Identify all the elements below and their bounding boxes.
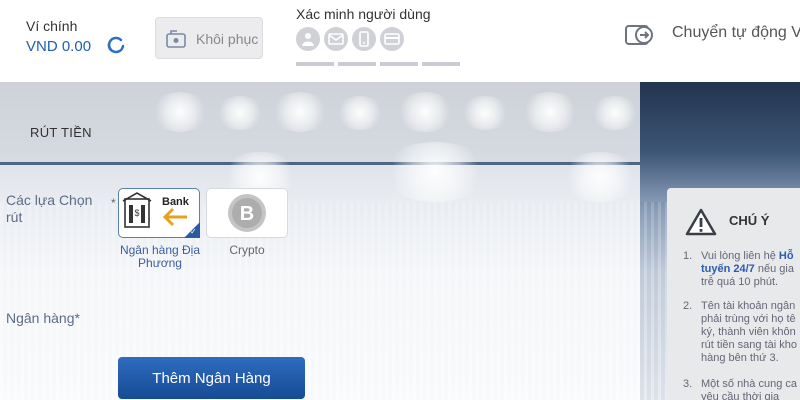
option-crypto[interactable]: B [206,188,288,238]
wallet-balance: VND 0.00 [26,38,92,55]
svg-text:B: B [240,203,254,225]
withdraw-section-header: RÚT TIỀN [0,82,640,162]
wallet-restore-icon [166,30,186,48]
option-crypto-caption: Crypto [229,243,265,257]
option-local-bank[interactable]: $ Bank ✓ [118,188,200,238]
svg-text:$: $ [134,208,139,218]
phone-icon[interactable] [352,27,376,51]
required-asterisk: * [111,196,116,210]
email-icon[interactable] [324,27,348,51]
withdraw-options-label: Các lựa Chọn rút [6,192,93,225]
user-verification-label: Xác minh người dùng [296,6,431,22]
auto-transfer-label[interactable]: Chuyển tự động V [672,24,800,42]
warning-icon [685,208,717,236]
restore-label: Khôi phục [196,31,259,47]
add-bank-button[interactable]: Thêm Ngân Hàng [118,357,305,399]
refresh-icon[interactable] [106,35,126,55]
wallet-label: Ví chính [26,18,78,34]
bank-icon-text: Bank [162,196,189,208]
bank-field-label: Ngân hàng* [6,310,80,326]
restore-button[interactable]: Khôi phục [155,17,263,59]
notice-title: CHÚ Ý [729,213,770,228]
notice-panel: CHÚ Ý 1. Vui lòng liên hệ Hỗ tuyến 24/7 … [667,188,800,400]
support-link[interactable]: Hỗ [779,250,794,262]
withdraw-title: RÚT TIỀN [30,125,92,140]
bitcoin-icon: B [228,194,266,232]
support-link-24-7[interactable]: tuyến 24/7 [701,263,755,275]
check-mark-icon: ✓ [190,227,197,236]
user-icon[interactable] [296,27,320,51]
auto-transfer-icon[interactable] [624,20,656,50]
bank-card-icon[interactable] [380,27,404,51]
top-bar: Ví chính VND 0.00 Khôi phục Xác minh ngư… [0,0,800,82]
option-local-bank-caption: Ngân hàng Địa Phương [119,243,201,270]
